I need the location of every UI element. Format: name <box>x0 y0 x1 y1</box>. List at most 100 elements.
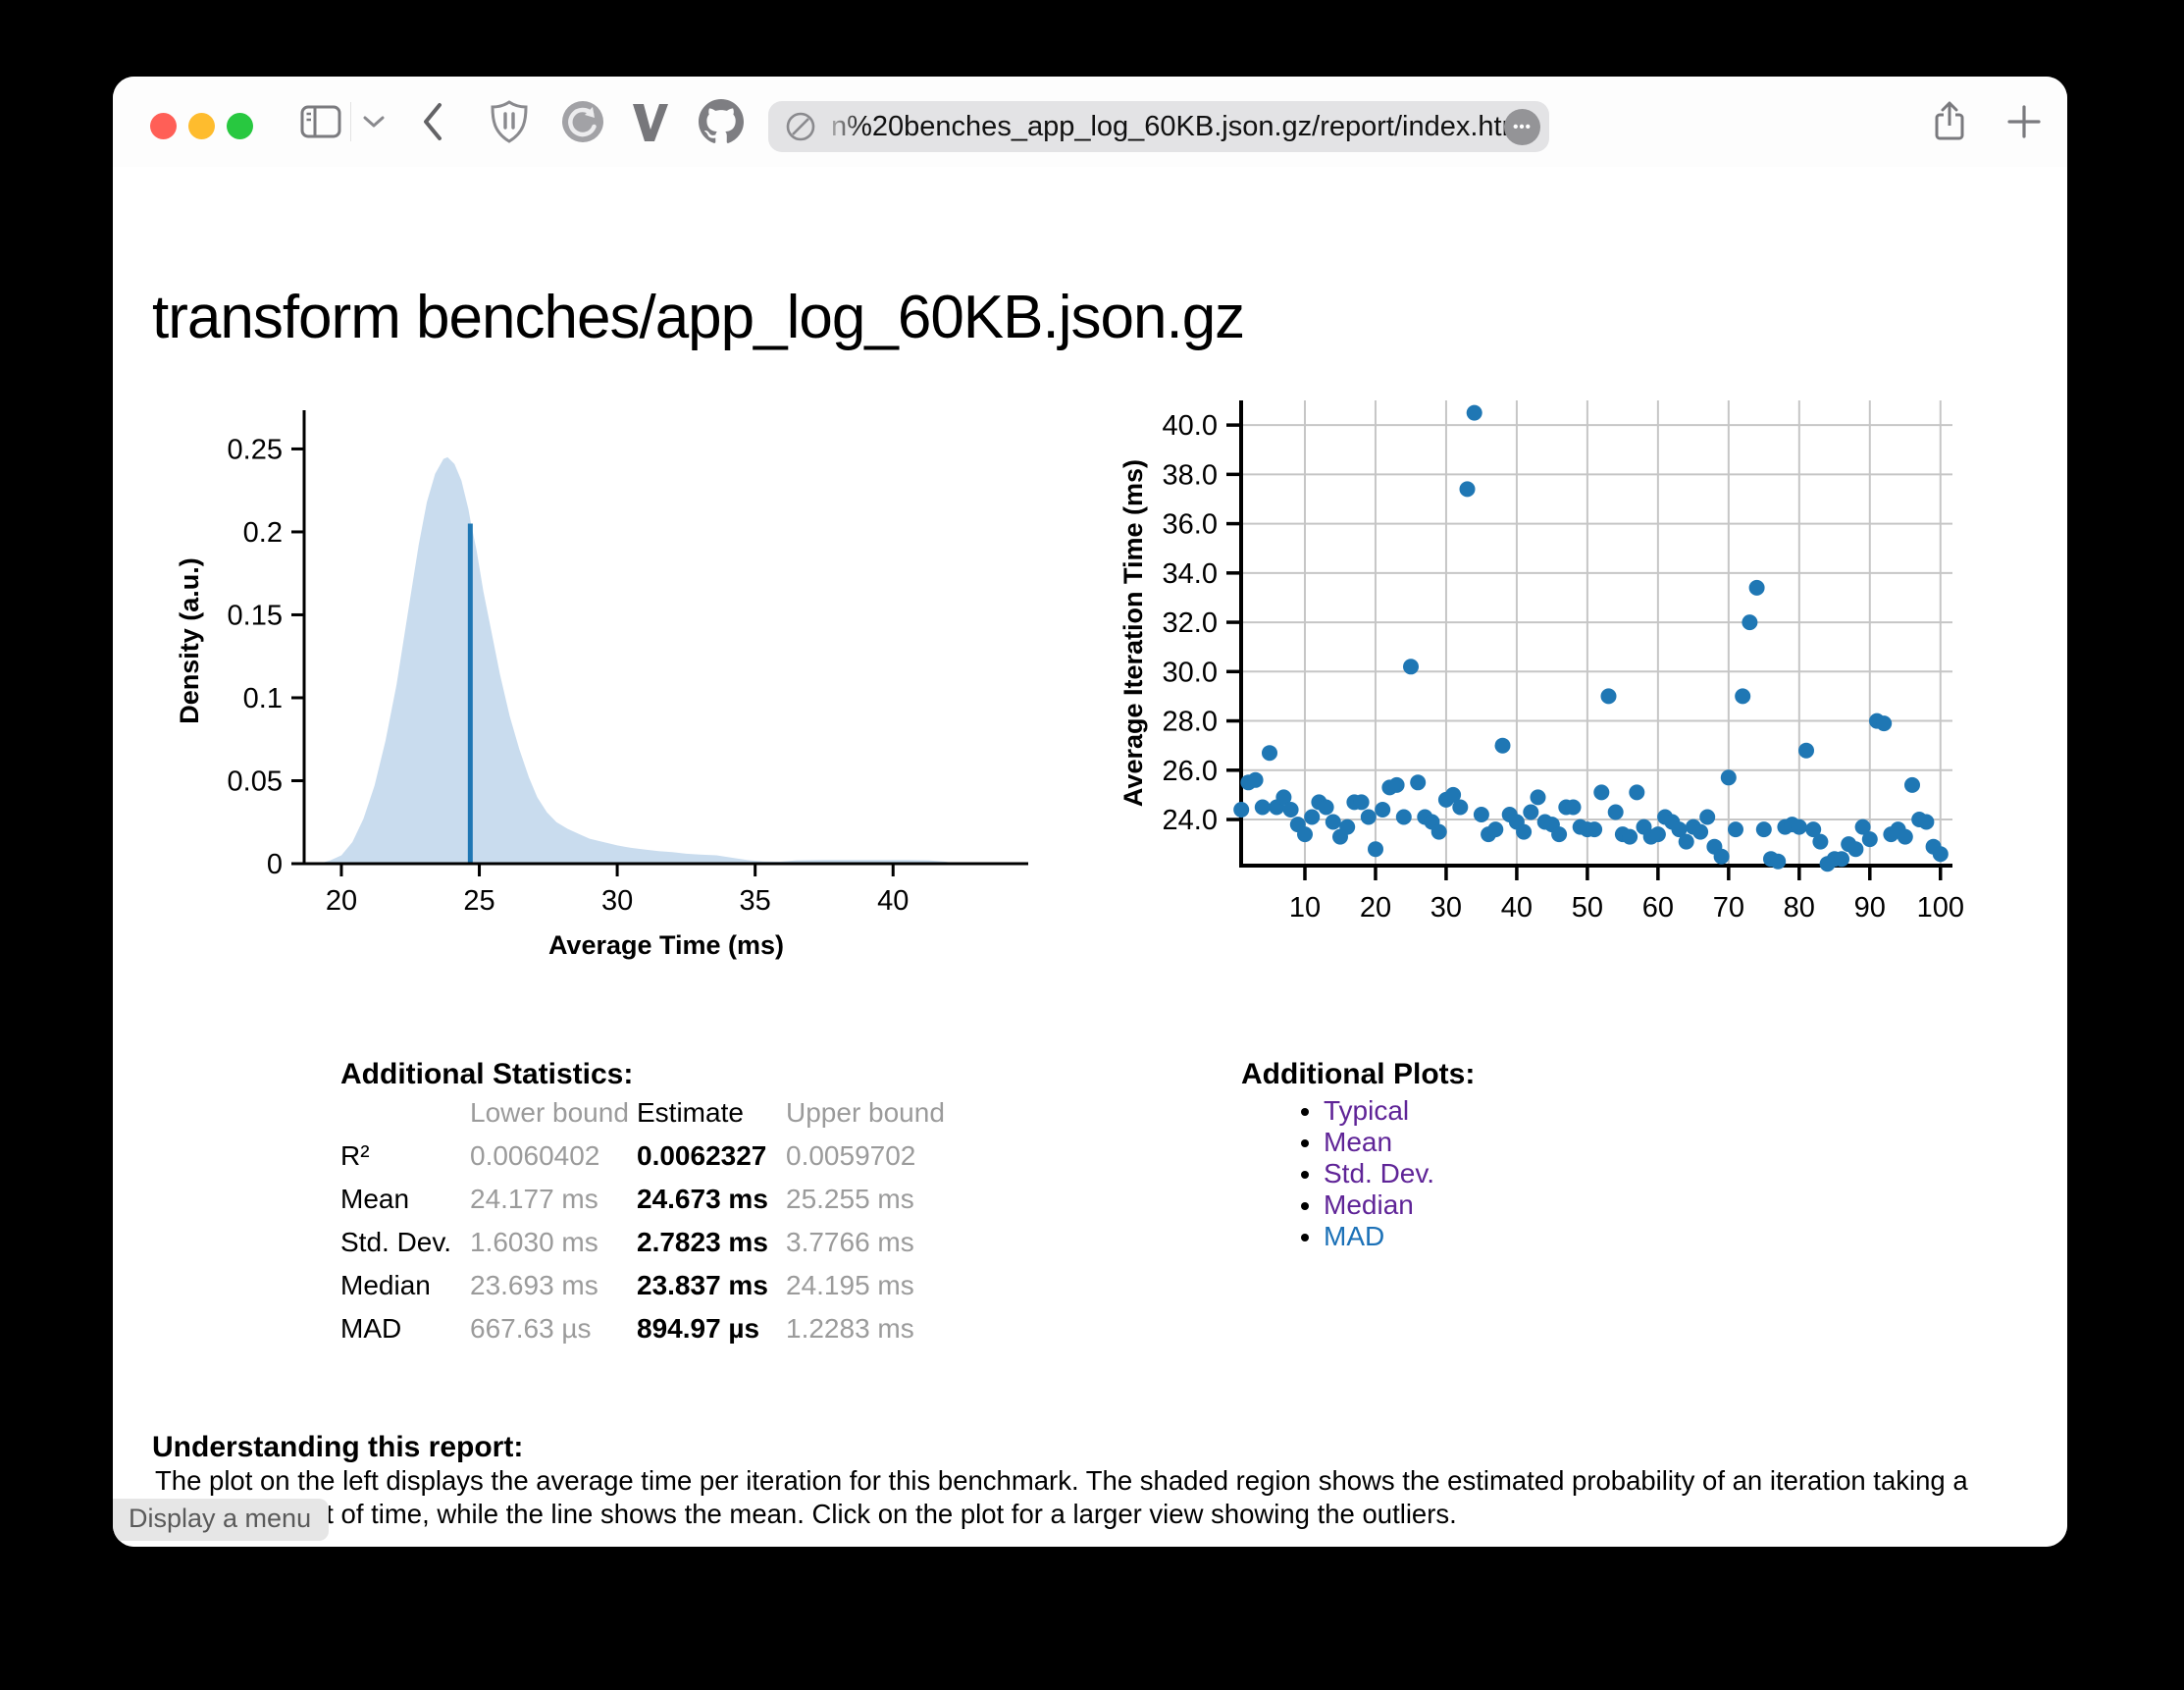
cell-lower: 24.177 ms <box>470 1178 637 1221</box>
col-lower-bound: Lower bound <box>470 1091 637 1135</box>
svg-text:60: 60 <box>1642 892 1674 924</box>
link-typical[interactable]: Typical <box>1324 1095 1409 1126</box>
minimize-button[interactable] <box>188 113 215 139</box>
sidebar-toggle-button[interactable] <box>297 77 344 167</box>
browser-toolbar: n%20benches_app_log_60KB.json.gz/report/… <box>113 77 2067 167</box>
browser-window: n%20benches_app_log_60KB.json.gz/report/… <box>113 77 2067 1547</box>
row-label: R² <box>340 1135 470 1178</box>
svg-text:100: 100 <box>1917 892 1964 924</box>
svg-text:34.0: 34.0 <box>1163 558 1218 590</box>
row-label: Std. Dev. <box>340 1221 470 1264</box>
svg-text:30.0: 30.0 <box>1163 657 1218 688</box>
svg-text:40: 40 <box>877 885 909 917</box>
cell-upper: 0.0059702 <box>786 1135 961 1178</box>
extension-github-button[interactable] <box>694 77 749 167</box>
list-item: Std. Dev. <box>1324 1158 1434 1189</box>
zoom-button[interactable] <box>227 113 253 139</box>
status-tooltip: Display a menu <box>113 1499 329 1541</box>
row-label: MAD <box>340 1307 470 1350</box>
sidebar-icon <box>300 104 341 139</box>
svg-text:90: 90 <box>1854 892 1886 924</box>
content-blocker-button[interactable] <box>484 77 535 167</box>
svg-text:0.15: 0.15 <box>228 600 283 631</box>
list-item: Median <box>1324 1189 1434 1221</box>
extension-vimium-button[interactable] <box>627 77 674 167</box>
cell-lower: 23.693 ms <box>470 1264 637 1307</box>
svg-text:26.0: 26.0 <box>1163 756 1218 787</box>
back-button[interactable] <box>409 77 456 167</box>
sidebar-expand-button[interactable] <box>356 77 391 167</box>
vimium-icon <box>631 100 670 143</box>
svg-text:24.0: 24.0 <box>1163 805 1218 836</box>
cell-upper: 3.7766 ms <box>786 1221 961 1264</box>
cell-upper: 25.255 ms <box>786 1178 961 1221</box>
svg-text:38.0: 38.0 <box>1163 459 1218 491</box>
cell-lower: 0.0060402 <box>470 1135 637 1178</box>
svg-text:Average Iteration Time (ms): Average Iteration Time (ms) <box>1118 459 1148 807</box>
plots-heading: Additional Plots: <box>1241 1058 1475 1091</box>
row-label: Median <box>340 1264 470 1307</box>
svg-text:35: 35 <box>740 885 771 917</box>
more-icon[interactable]: ••• <box>1504 109 1540 145</box>
back-icon <box>421 102 444 141</box>
cell-lower: 667.63 µs <box>470 1307 637 1350</box>
svg-text:40: 40 <box>1501 892 1533 924</box>
desktop: { "browser": { "url_visible": "n%20bench… <box>0 0 2184 1690</box>
close-button[interactable] <box>150 113 177 139</box>
url-text: n%20benches_app_log_60KB.json.gz/report/… <box>831 111 1532 143</box>
svg-text:30: 30 <box>601 885 633 917</box>
address-bar[interactable]: n%20benches_app_log_60KB.json.gz/report/… <box>768 101 1549 152</box>
link-median[interactable]: Median <box>1324 1189 1414 1220</box>
extension-refresh-button[interactable] <box>556 77 609 167</box>
svg-text:20: 20 <box>1360 892 1391 924</box>
svg-text:32.0: 32.0 <box>1163 607 1218 639</box>
link-std-dev[interactable]: Std. Dev. <box>1324 1158 1434 1188</box>
stats-corner <box>340 1091 470 1135</box>
page-title: transform benches/app_log_60KB.json.gz <box>152 283 1244 352</box>
density-axes: 202530354000.050.10.150.20.25Average Tim… <box>175 410 1028 960</box>
understanding-paragraph: The plot on the left displays the averag… <box>155 1464 2039 1531</box>
svg-text:0.25: 0.25 <box>228 434 283 465</box>
share-icon <box>1932 100 1967 143</box>
shield-pause-icon <box>490 99 529 144</box>
additional-plots-list: Typical Mean Std. Dev. Median MAD <box>1241 1095 1434 1252</box>
cell-estimate: 894.97 µs <box>637 1307 786 1350</box>
list-item: Typical <box>1324 1095 1434 1127</box>
link-mean[interactable]: Mean <box>1324 1127 1392 1157</box>
density-plot[interactable]: 202530354000.050.10.150.20.25Average Tim… <box>147 383 1050 972</box>
svg-text:0: 0 <box>267 849 283 880</box>
toolbar-divider <box>350 102 351 141</box>
compass-icon <box>784 110 817 143</box>
svg-text:30: 30 <box>1430 892 1462 924</box>
github-icon <box>699 99 744 144</box>
list-item: Mean <box>1324 1127 1434 1158</box>
refresh-circle-icon <box>560 99 605 144</box>
cell-estimate: 2.7823 ms <box>637 1221 786 1264</box>
cell-estimate: 23.837 ms <box>637 1264 786 1307</box>
new-tab-icon <box>2007 105 2041 138</box>
svg-text:0.2: 0.2 <box>243 517 283 549</box>
cell-upper: 1.2283 ms <box>786 1307 961 1350</box>
row-label: Mean <box>340 1178 470 1221</box>
traffic-lights <box>150 113 253 139</box>
link-mad[interactable]: MAD <box>1324 1221 1384 1251</box>
svg-text:40.0: 40.0 <box>1163 410 1218 442</box>
understanding-heading: Understanding this report: <box>152 1431 523 1464</box>
svg-text:Average Time (ms): Average Time (ms) <box>548 930 784 960</box>
share-button[interactable] <box>1924 77 1975 167</box>
cell-upper: 24.195 ms <box>786 1264 961 1307</box>
chevron-down-icon <box>363 115 385 129</box>
svg-text:0.05: 0.05 <box>228 766 283 797</box>
svg-text:0.1: 0.1 <box>243 683 283 714</box>
new-tab-button[interactable] <box>1999 77 2050 167</box>
col-estimate: Estimate <box>637 1091 786 1135</box>
col-upper-bound: Upper bound <box>786 1091 961 1135</box>
cell-estimate: 0.0062327 <box>637 1135 786 1178</box>
scatter-axes: 10203040506070809010024.026.028.030.032.… <box>1118 400 1964 924</box>
stats-table: Lower bound Estimate Upper bound R² 0.00… <box>340 1091 961 1350</box>
cell-estimate: 24.673 ms <box>637 1178 786 1221</box>
svg-text:20: 20 <box>326 885 357 917</box>
iteration-times-plot[interactable]: 10203040506070809010024.026.028.030.032.… <box>1118 373 2011 962</box>
svg-text:80: 80 <box>1784 892 1815 924</box>
density-area <box>319 457 956 864</box>
